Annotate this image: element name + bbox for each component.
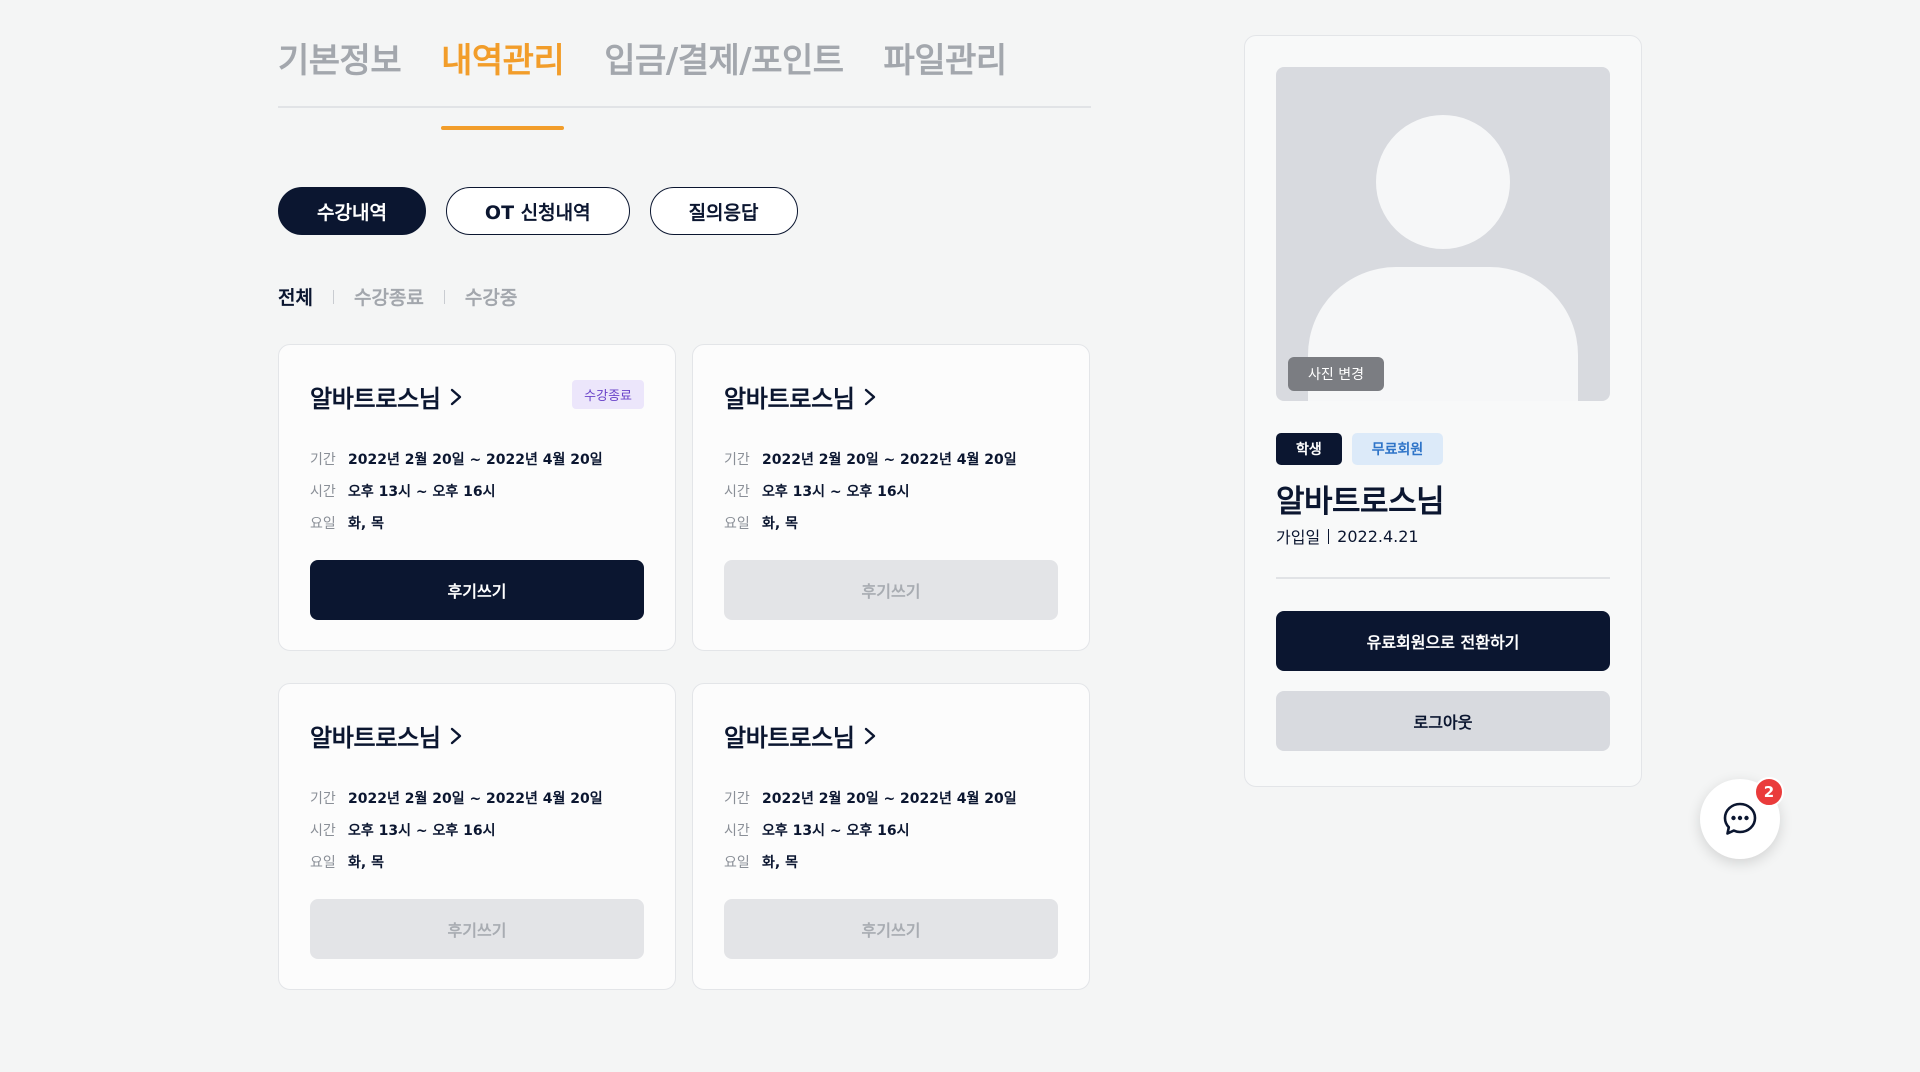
days-value: 화, 목	[762, 516, 798, 532]
filter-all[interactable]: 전체	[278, 283, 313, 310]
period-row: 기간 2022년 2월 20일 ~ 2022년 4월 20일	[724, 443, 1017, 475]
time-value: 오후 13시 ~ 오후 16시	[348, 484, 496, 500]
days-row: 요일 화, 목	[724, 507, 1017, 539]
time-value: 오후 13시 ~ 오후 16시	[762, 823, 910, 839]
tab-history[interactable]: 내역관리	[441, 36, 565, 130]
time-row: 시간 오후 13시 ~ 오후 16시	[310, 475, 603, 507]
upgrade-membership-button[interactable]: 유료회원으로 전환하기	[1276, 611, 1610, 671]
free-member-tag: 무료회원	[1351, 433, 1444, 465]
notification-count-badge: 2	[1754, 777, 1784, 807]
filter-divider	[443, 289, 445, 304]
profile-divider	[1276, 577, 1610, 579]
write-review-button[interactable]: 후기쓰기	[310, 560, 644, 620]
course-card-title-link[interactable]: 알바트로스님	[724, 379, 877, 414]
course-title: 알바트로스님	[310, 385, 441, 413]
status-badge: 수강종료	[572, 380, 644, 409]
course-card: 알바트로스님 기간 2022년 2월 20일 ~ 2022년 4월 20일 시간 오…	[278, 683, 676, 990]
course-card: 알바트로스님 기간 2022년 2월 20일 ~ 2022년 4월 20일 시간 오…	[692, 683, 1090, 990]
tab-payment-points[interactable]: 입금/결제/포인트	[604, 36, 844, 106]
days-row: 요일 화, 목	[310, 507, 603, 539]
qna-button[interactable]: 질의응답	[649, 187, 798, 235]
time-row: 시간 오후 13시 ~ 오후 16시	[724, 814, 1017, 846]
course-history-button[interactable]: 수강내역	[278, 187, 426, 235]
tab-basic-info[interactable]: 기본정보	[278, 36, 402, 106]
period-value: 2022년 2월 20일 ~ 2022년 4월 20일	[348, 452, 603, 468]
write-review-button-disabled: 후기쓰기	[724, 560, 1058, 620]
join-date-value: 2022.4.21	[1337, 526, 1419, 546]
chat-bubble-icon	[1723, 802, 1757, 835]
tab-file-management[interactable]: 파일관리	[884, 36, 1008, 106]
course-card: 알바트로스님 수강종료 기간 2022년 2월 20일 ~ 2022년 4월 20…	[278, 344, 676, 651]
period-row: 기간 2022년 2월 20일 ~ 2022년 4월 20일	[310, 782, 603, 814]
filter-in-progress[interactable]: 수강중	[465, 283, 517, 310]
days-value: 화, 목	[348, 855, 384, 871]
period-label: 기간	[310, 791, 336, 807]
main-tab-bar: 기본정보 내역관리 입금/결제/포인트 파일관리	[278, 36, 1091, 130]
days-value: 화, 목	[762, 855, 798, 871]
write-review-button-disabled: 후기쓰기	[310, 899, 644, 959]
days-label: 요일	[724, 855, 750, 871]
course-info: 기간 2022년 2월 20일 ~ 2022년 4월 20일 시간 오후 13시 ~…	[724, 782, 1017, 878]
course-card: 알바트로스님 기간 2022년 2월 20일 ~ 2022년 4월 20일 시간 오…	[692, 344, 1090, 651]
course-title: 알바트로스님	[724, 385, 855, 413]
write-review-button-disabled: 후기쓰기	[724, 899, 1058, 959]
join-date-divider	[1328, 528, 1330, 544]
student-tag: 학생	[1276, 433, 1342, 465]
chevron-right-icon	[450, 727, 461, 744]
days-label: 요일	[310, 516, 336, 532]
days-row: 요일 화, 목	[310, 846, 603, 878]
days-row: 요일 화, 목	[724, 846, 1017, 878]
history-type-tabs: 수강내역 OT 신청내역 질의응답	[278, 187, 798, 235]
course-title: 알바트로스님	[310, 724, 441, 752]
period-label: 기간	[310, 452, 336, 468]
period-label: 기간	[724, 452, 750, 468]
course-info: 기간 2022년 2월 20일 ~ 2022년 4월 20일 시간 오후 13시 ~…	[310, 782, 603, 878]
course-info: 기간 2022년 2월 20일 ~ 2022년 4월 20일 시간 오후 13시 ~…	[310, 443, 603, 539]
time-value: 오후 13시 ~ 오후 16시	[762, 484, 910, 500]
course-card-title-link[interactable]: 알바트로스님	[310, 379, 463, 414]
chevron-right-icon	[864, 727, 875, 744]
avatar-placeholder-icon	[1376, 115, 1510, 249]
period-label: 기간	[724, 791, 750, 807]
chat-button[interactable]: 2	[1700, 777, 1784, 859]
time-value: 오후 13시 ~ 오후 16시	[348, 823, 496, 839]
status-filter: 전체 수강종료 수강중	[278, 283, 517, 310]
period-value: 2022년 2월 20일 ~ 2022년 4월 20일	[762, 452, 1017, 468]
join-date-label: 가입일	[1276, 528, 1321, 547]
chevron-right-icon	[864, 388, 875, 405]
time-label: 시간	[310, 484, 336, 500]
chevron-right-icon	[450, 388, 461, 405]
time-label: 시간	[724, 823, 750, 839]
course-info: 기간 2022년 2월 20일 ~ 2022년 4월 20일 시간 오후 13시 ~…	[724, 443, 1017, 539]
days-value: 화, 목	[348, 516, 384, 532]
period-row: 기간 2022년 2월 20일 ~ 2022년 4월 20일	[310, 443, 603, 475]
period-value: 2022년 2월 20일 ~ 2022년 4월 20일	[762, 791, 1017, 807]
profile-panel: 사진 변경 학생 무료회원 알바트로스님 가입일 2022.4.21 유료회원으…	[1244, 35, 1642, 787]
change-photo-button[interactable]: 사진 변경	[1288, 357, 1384, 391]
time-row: 시간 오후 13시 ~ 오후 16시	[310, 814, 603, 846]
filter-completed[interactable]: 수강종료	[354, 283, 424, 310]
days-label: 요일	[310, 855, 336, 871]
time-row: 시간 오후 13시 ~ 오후 16시	[724, 475, 1017, 507]
period-value: 2022년 2월 20일 ~ 2022년 4월 20일	[348, 791, 603, 807]
profile-name: 알바트로스님	[1276, 484, 1445, 520]
time-label: 시간	[724, 484, 750, 500]
join-date: 가입일 2022.4.21	[1276, 524, 1419, 548]
period-row: 기간 2022년 2월 20일 ~ 2022년 4월 20일	[724, 782, 1017, 814]
course-title: 알바트로스님	[724, 724, 855, 752]
logout-button[interactable]: 로그아웃	[1276, 691, 1610, 751]
course-card-title-link[interactable]: 알바트로스님	[724, 718, 877, 753]
course-card-title-link[interactable]: 알바트로스님	[310, 718, 463, 753]
filter-divider	[332, 289, 334, 304]
avatar: 사진 변경	[1276, 67, 1610, 401]
days-label: 요일	[724, 516, 750, 532]
member-tags: 학생 무료회원	[1276, 433, 1444, 465]
ot-request-history-button[interactable]: OT 신청내역	[445, 187, 630, 235]
time-label: 시간	[310, 823, 336, 839]
